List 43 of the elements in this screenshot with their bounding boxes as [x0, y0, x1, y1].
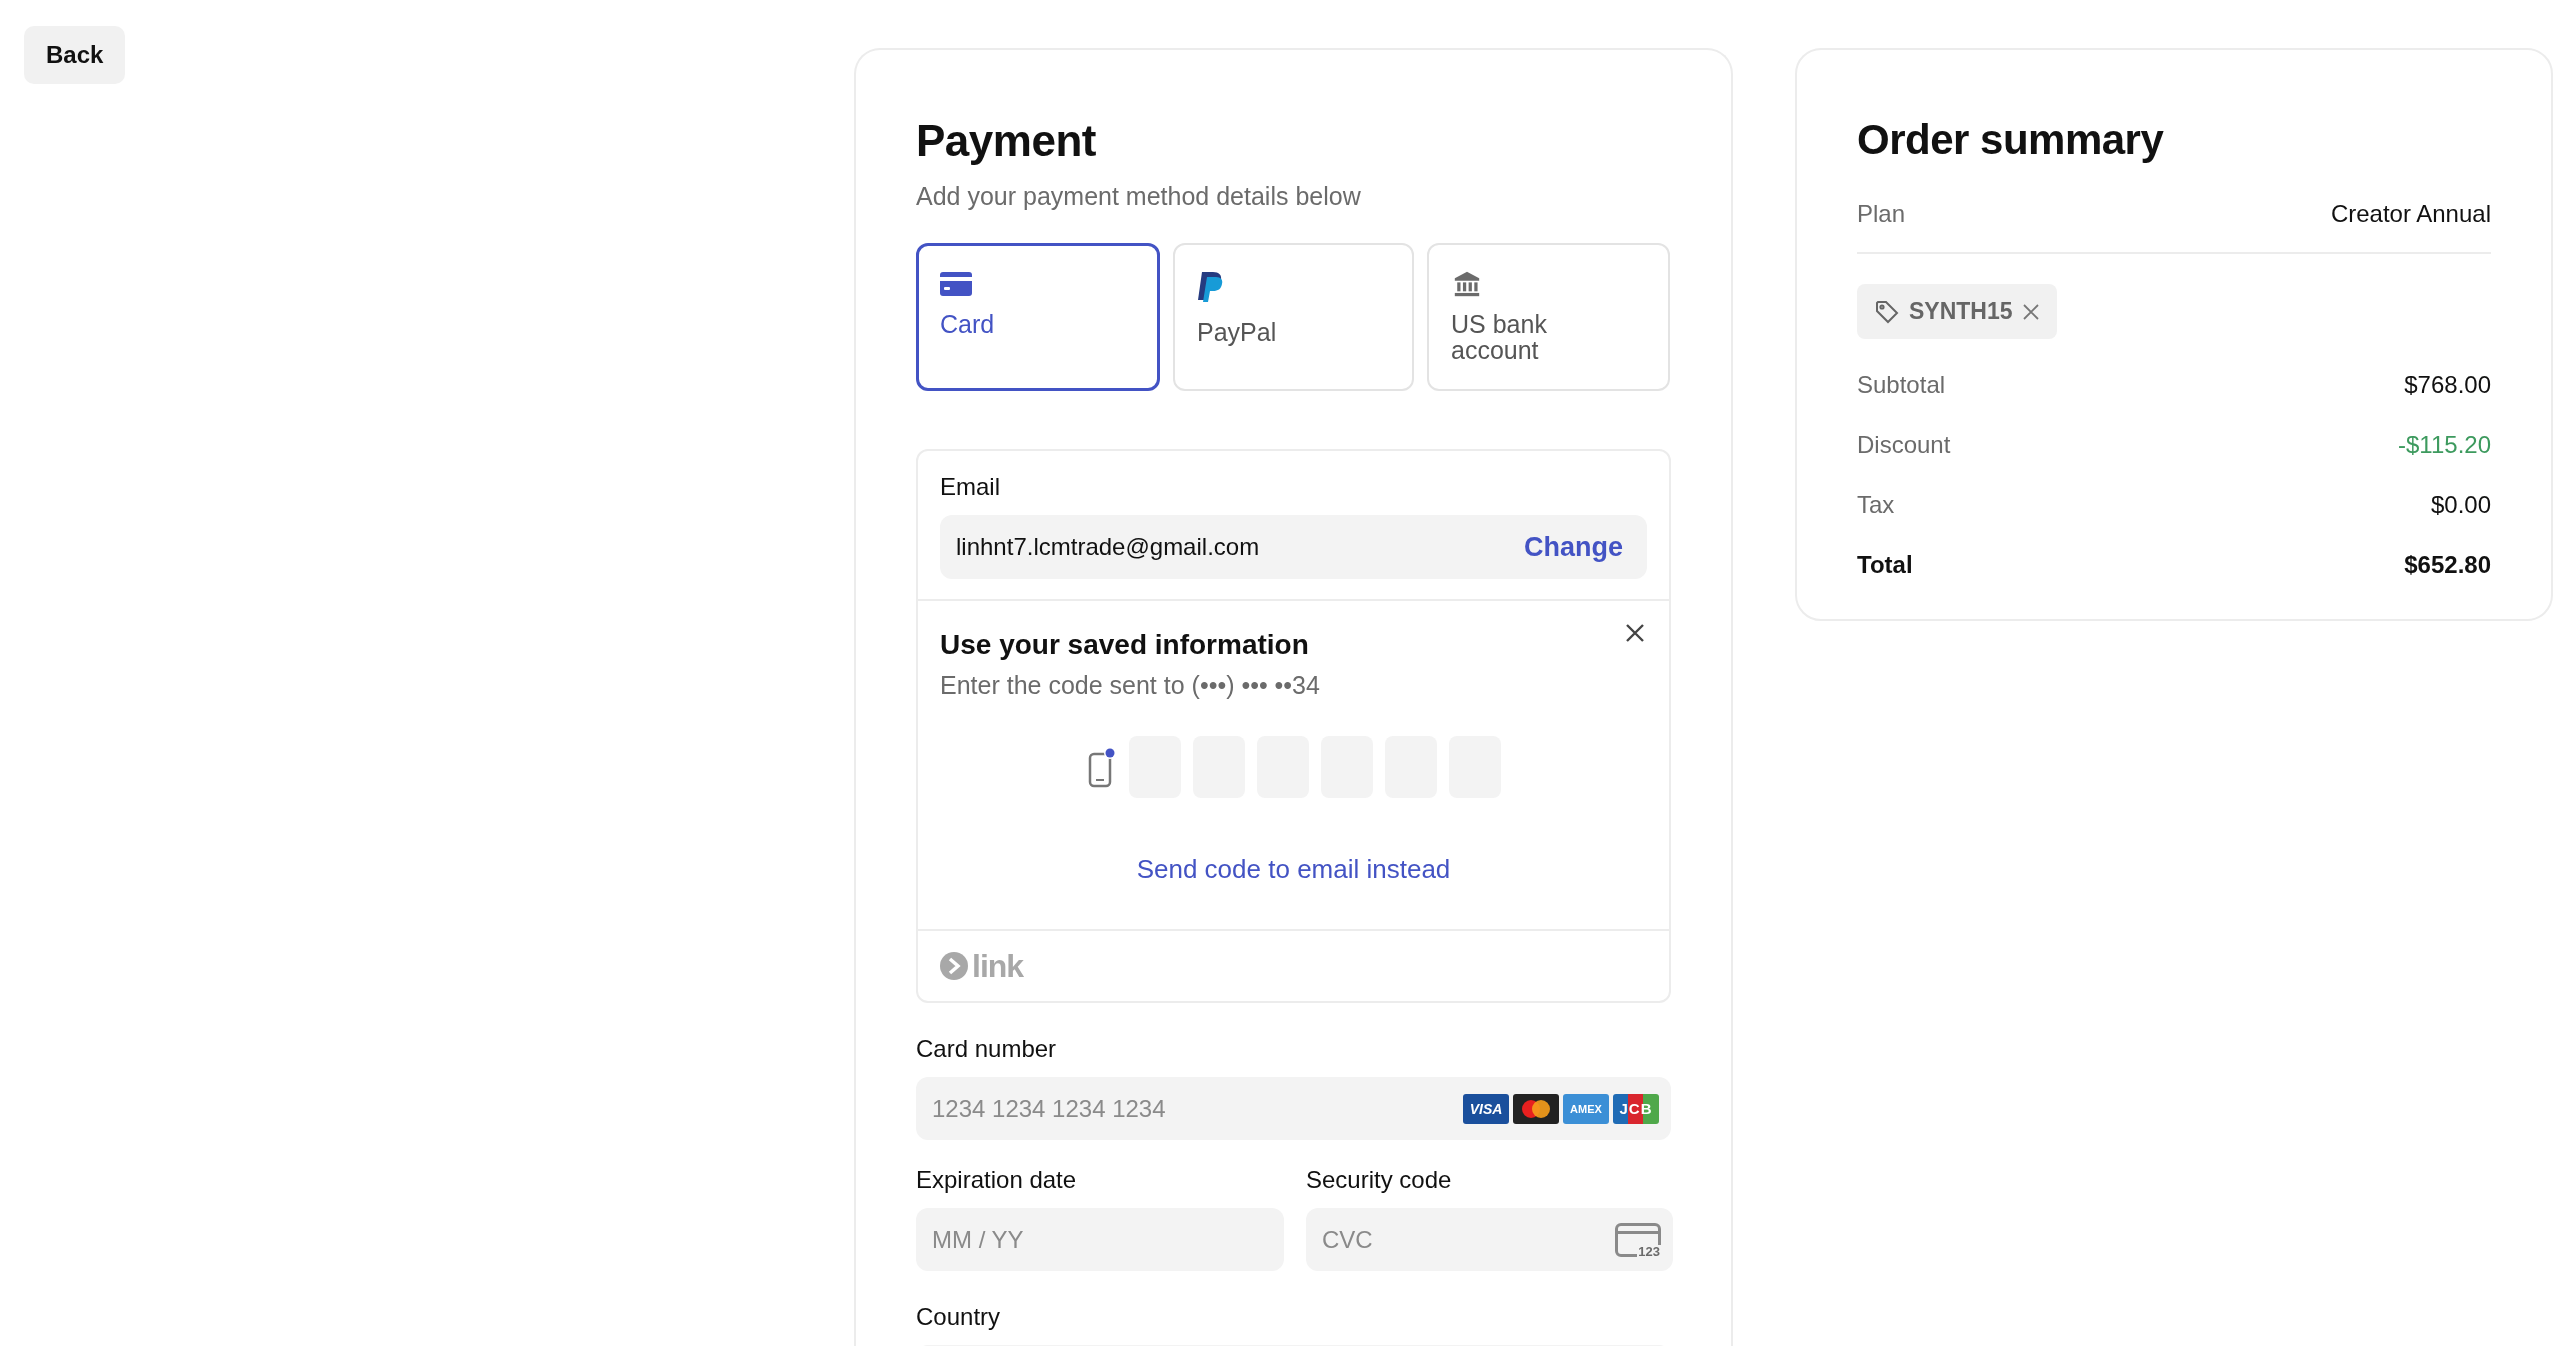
summary-label: Total — [1857, 551, 1913, 579]
summary-value: -$115.20 — [2398, 431, 2491, 459]
email-label: Email — [940, 473, 1001, 501]
card-number-input[interactable]: 1234 1234 1234 1234 — [916, 1077, 1463, 1140]
order-summary-title: Order summary — [1857, 116, 2165, 164]
security-code-input[interactable]: CVC — [1306, 1208, 1615, 1271]
payment-method-tab[interactable]: Card — [916, 243, 1160, 391]
cvc-card-icon: 123 — [1615, 1222, 1661, 1257]
link-logo: link — [940, 947, 1024, 985]
mastercard-logo — [1513, 1093, 1559, 1124]
summary-value: $0.00 — [2430, 491, 2491, 519]
plan-label: Plan — [1857, 200, 1906, 228]
email-field[interactable]: linhnt7.lcmtrade@gmail.com Change — [940, 515, 1647, 579]
remove-icon[interactable] — [2022, 303, 2039, 320]
summary-label: Subtotal — [1857, 371, 1946, 399]
credit-card-icon — [940, 271, 972, 297]
card-number-field[interactable]: 1234 1234 1234 1234 VISA AMEX JCB — [916, 1077, 1671, 1140]
change-link[interactable]: Change — [1524, 531, 1623, 563]
card-number-label: Card number — [916, 1035, 1058, 1063]
amex-logo: AMEX — [1563, 1093, 1609, 1124]
payment-method-tab[interactable]: US bank account — [1427, 243, 1670, 391]
saved-info-subtitle: Enter the code sent to (•••) ••• ••34 — [940, 671, 1321, 700]
summary-value: $768.00 — [2404, 371, 2491, 399]
saved-info-title: Use your saved information — [940, 629, 1309, 661]
security-code-label: Security code — [1306, 1166, 1453, 1194]
send-code-link[interactable]: Send code to email instead — [1136, 854, 1451, 885]
payment-subtitle: Add your payment method details below — [916, 182, 1362, 211]
coupon-code: SYNTH15 — [1909, 298, 2013, 325]
visa-logo: VISA — [1463, 1093, 1509, 1124]
security-code-field[interactable]: CVC 123 — [1306, 1208, 1673, 1271]
jcb-logo: JCB — [1613, 1093, 1659, 1124]
payment-method-tab[interactable]: PayPal — [1173, 243, 1414, 391]
payment-title: Payment — [916, 116, 1097, 166]
summary-label: Discount — [1857, 431, 1951, 459]
summary-label: Tax — [1857, 491, 1895, 519]
plan-name: Creator Annual — [2330, 200, 2491, 228]
summary-value: $652.80 — [2404, 551, 2491, 579]
expiration-label: Expiration date — [916, 1166, 1078, 1194]
tag-icon — [1875, 299, 1899, 324]
country-label: Country — [916, 1303, 1002, 1331]
back-button[interactable]: Back — [24, 26, 126, 84]
phone-icon — [1086, 746, 1117, 788]
paypal-icon — [1197, 271, 1225, 305]
